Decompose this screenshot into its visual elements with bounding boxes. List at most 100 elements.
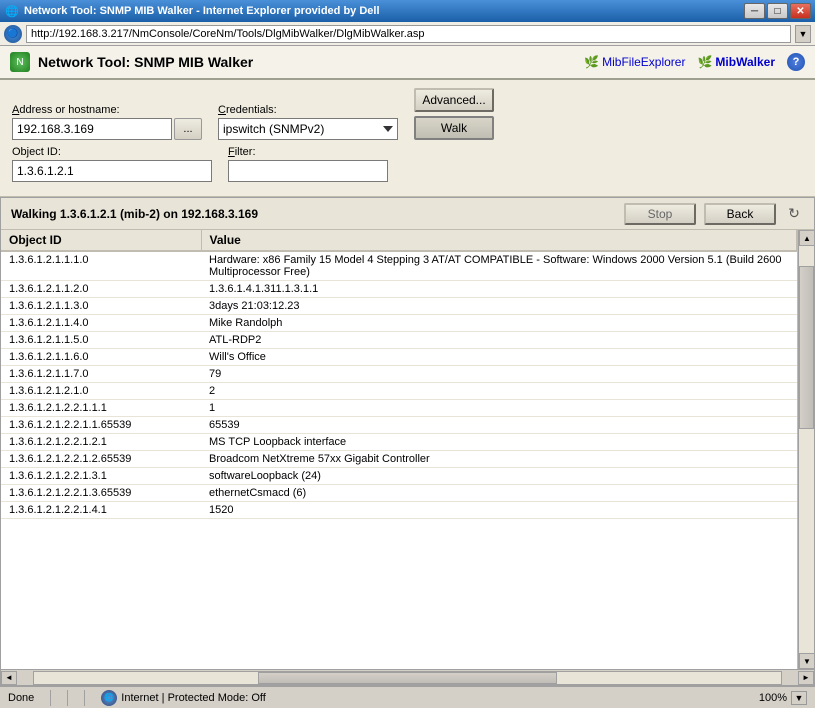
cell-oid: 1.3.6.1.2.1.2.2.1.2.65539 bbox=[1, 451, 201, 468]
cell-oid: 1.3.6.1.2.1.1.1.0 bbox=[1, 251, 201, 281]
advanced-button[interactable]: Advanced... bbox=[414, 88, 494, 112]
scroll-right-button[interactable]: ► bbox=[798, 671, 814, 685]
mibfileexplorer-link[interactable]: 🌿 MibFileExplorer bbox=[584, 55, 685, 69]
filter-label: Filter: bbox=[228, 146, 388, 158]
table-row[interactable]: 1.3.6.1.2.1.2.2.1.3.65539ethernetCsmacd … bbox=[1, 485, 797, 502]
window-controls: ─ □ ✕ bbox=[744, 3, 811, 19]
cell-oid: 1.3.6.1.2.1.1.7.0 bbox=[1, 366, 201, 383]
back-button[interactable]: Back bbox=[704, 203, 776, 225]
address-group: Address or hostname: ... bbox=[12, 104, 202, 140]
cell-value: Hardware: x86 Family 15 Model 4 Stepping… bbox=[201, 251, 797, 281]
cell-value: 2 bbox=[201, 383, 797, 400]
table-row[interactable]: 1.3.6.1.2.1.2.2.1.1.6553965539 bbox=[1, 417, 797, 434]
walk-button[interactable]: Walk bbox=[414, 116, 494, 140]
table-row[interactable]: 1.3.6.1.2.1.1.3.03days 21:03:12.23 bbox=[1, 298, 797, 315]
cell-value: 1 bbox=[201, 400, 797, 417]
credentials-label: Credentials: bbox=[218, 104, 398, 116]
scroll-down-button[interactable]: ▼ bbox=[799, 653, 814, 669]
maximize-button[interactable]: □ bbox=[767, 3, 788, 19]
table-row[interactable]: 1.3.6.1.2.1.2.2.1.3.1softwareLoopback (2… bbox=[1, 468, 797, 485]
table-row[interactable]: 1.3.6.1.2.1.1.7.079 bbox=[1, 366, 797, 383]
page-title: Network Tool: SNMP MIB Walker bbox=[38, 54, 584, 70]
cell-oid: 1.3.6.1.2.1.2.2.1.3.65539 bbox=[1, 485, 201, 502]
cell-oid: 1.3.6.1.2.1.1.2.0 bbox=[1, 281, 201, 298]
cell-oid: 1.3.6.1.2.1.2.1.0 bbox=[1, 383, 201, 400]
results-tbody: 1.3.6.1.2.1.1.1.0Hardware: x86 Family 15… bbox=[1, 251, 797, 519]
cell-value: 79 bbox=[201, 366, 797, 383]
h-scrollbar-thumb[interactable] bbox=[258, 672, 557, 684]
cell-value: ethernetCsmacd (6) bbox=[201, 485, 797, 502]
credentials-group: Credentials: ipswitch (SNMPv2)public (SN… bbox=[218, 104, 398, 140]
cell-value: softwareLoopback (24) bbox=[201, 468, 797, 485]
objectid-group: Object ID: bbox=[12, 146, 212, 182]
results-table: Object ID Value 1.3.6.1.2.1.1.1.0Hardwar… bbox=[1, 230, 797, 519]
address-field[interactable] bbox=[12, 118, 172, 140]
filter-group: Filter: bbox=[228, 146, 388, 182]
table-row[interactable]: 1.3.6.1.2.1.2.2.1.4.11520 bbox=[1, 502, 797, 519]
minimize-button[interactable]: ─ bbox=[744, 3, 765, 19]
title-bar-text: Network Tool: SNMP MIB Walker - Internet… bbox=[24, 5, 744, 17]
title-bar: 🌐 Network Tool: SNMP MIB Walker - Intern… bbox=[0, 0, 815, 22]
results-container: Walking 1.3.6.1.2.1 (mib-2) on 192.168.3… bbox=[0, 197, 815, 686]
horizontal-scrollbar-area: ◄ ► bbox=[1, 669, 814, 685]
h-scrollbar bbox=[33, 671, 782, 685]
mibwalker-link[interactable]: 🌿 MibWalker bbox=[697, 55, 775, 69]
status-bar: Done 🌐 Internet | Protected Mode: Off 10… bbox=[0, 686, 815, 708]
vertical-scrollbar[interactable]: ▲ ▼ bbox=[798, 230, 814, 669]
walker-icon: 🌿 bbox=[697, 55, 712, 69]
filter-field[interactable] bbox=[228, 160, 388, 182]
zoom-section: 100% ▼ bbox=[759, 691, 807, 705]
app-icon: 🌐 bbox=[4, 3, 20, 19]
table-row[interactable]: 1.3.6.1.2.1.1.2.01.3.6.1.4.1.311.1.3.1.1 bbox=[1, 281, 797, 298]
help-button[interactable]: ? bbox=[787, 53, 805, 71]
table-row[interactable]: 1.3.6.1.2.1.1.1.0Hardware: x86 Family 15… bbox=[1, 251, 797, 281]
app-logo: N bbox=[10, 52, 30, 72]
cell-oid: 1.3.6.1.2.1.2.2.1.1.1 bbox=[1, 400, 201, 417]
header-links: 🌿 MibFileExplorer 🌿 MibWalker ? bbox=[584, 53, 805, 71]
objectid-label: Object ID: bbox=[12, 146, 212, 158]
header-row: Object ID Value bbox=[1, 230, 797, 251]
browser-icon: 🔵 bbox=[4, 25, 22, 43]
table-row[interactable]: 1.3.6.1.2.1.1.4.0Mike Randolph bbox=[1, 315, 797, 332]
status-divider-2 bbox=[67, 690, 68, 706]
scroll-up-button[interactable]: ▲ bbox=[799, 230, 814, 246]
close-button[interactable]: ✕ bbox=[790, 3, 811, 19]
table-row[interactable]: 1.3.6.1.2.1.2.1.02 bbox=[1, 383, 797, 400]
zoom-dropdown-button[interactable]: ▼ bbox=[791, 691, 807, 705]
address-dropdown[interactable]: ▼ bbox=[795, 25, 811, 43]
table-header: Object ID Value bbox=[1, 230, 797, 251]
status-divider-1 bbox=[50, 690, 51, 706]
cell-value: Mike Randolph bbox=[201, 315, 797, 332]
stop-button[interactable]: Stop bbox=[624, 203, 696, 225]
cell-oid: 1.3.6.1.2.1.2.2.1.3.1 bbox=[1, 468, 201, 485]
objectid-field[interactable] bbox=[12, 160, 212, 182]
status-text: Done bbox=[8, 692, 34, 704]
cell-oid: 1.3.6.1.2.1.1.4.0 bbox=[1, 315, 201, 332]
address-input-group: ... bbox=[12, 118, 202, 140]
scroll-left-button[interactable]: ◄ bbox=[1, 671, 17, 685]
table-row[interactable]: 1.3.6.1.2.1.2.2.1.2.1MS TCP Loopback int… bbox=[1, 434, 797, 451]
table-row[interactable]: 1.3.6.1.2.1.2.2.1.2.65539Broadcom NetXtr… bbox=[1, 451, 797, 468]
scroll-thumb[interactable] bbox=[799, 266, 814, 429]
table-row[interactable]: 1.3.6.1.2.1.2.2.1.1.11 bbox=[1, 400, 797, 417]
refresh-icon[interactable]: ↻ bbox=[784, 204, 804, 224]
header-panel: N Network Tool: SNMP MIB Walker 🌿 MibFil… bbox=[0, 46, 815, 80]
cell-oid: 1.3.6.1.2.1.2.2.1.2.1 bbox=[1, 434, 201, 451]
results-toolbar: Walking 1.3.6.1.2.1 (mib-2) on 192.168.3… bbox=[1, 198, 814, 230]
form-area: Address or hostname: ... Credentials: ip… bbox=[0, 80, 815, 197]
credentials-select[interactable]: ipswitch (SNMPv2)public (SNMPv1)private … bbox=[218, 118, 398, 140]
status-divider-3 bbox=[84, 690, 85, 706]
cell-oid: 1.3.6.1.2.1.2.2.1.4.1 bbox=[1, 502, 201, 519]
table-row[interactable]: 1.3.6.1.2.1.1.6.0Will's Office bbox=[1, 349, 797, 366]
address-bar: 🔵 ▼ bbox=[0, 22, 815, 46]
browse-button[interactable]: ... bbox=[174, 118, 202, 140]
address-label: Address or hostname: bbox=[12, 104, 202, 116]
table-with-scroll: Object ID Value 1.3.6.1.2.1.1.1.0Hardwar… bbox=[1, 230, 814, 669]
table-container: Object ID Value 1.3.6.1.2.1.1.1.0Hardwar… bbox=[1, 230, 798, 669]
address-input[interactable] bbox=[26, 25, 791, 43]
table-row[interactable]: 1.3.6.1.2.1.1.5.0ATL-RDP2 bbox=[1, 332, 797, 349]
main-content: N Network Tool: SNMP MIB Walker 🌿 MibFil… bbox=[0, 46, 815, 708]
cell-value: ATL-RDP2 bbox=[201, 332, 797, 349]
col-header-oid: Object ID bbox=[1, 230, 201, 251]
cell-oid: 1.3.6.1.2.1.1.6.0 bbox=[1, 349, 201, 366]
